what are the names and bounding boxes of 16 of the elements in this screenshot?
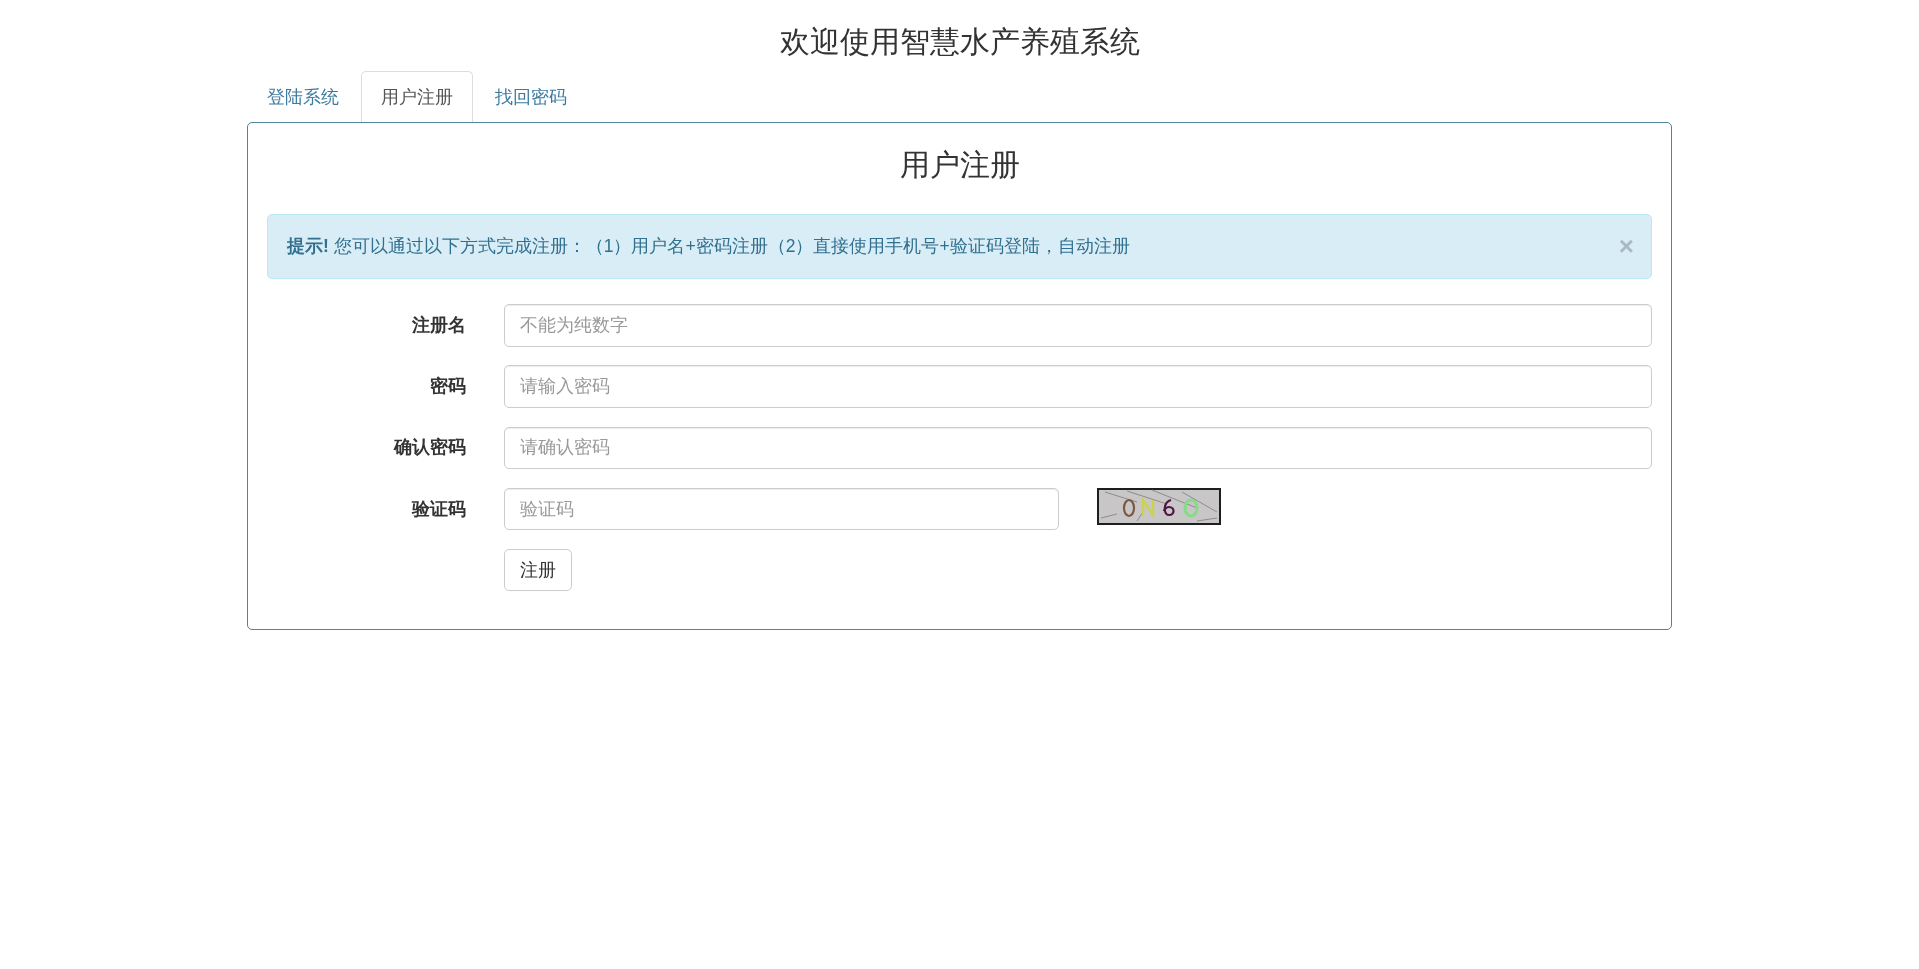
text-input[interactable]: 请输入密码 bbox=[504, 365, 1652, 408]
text-input[interactable]: 请确认密码 bbox=[504, 426, 1652, 469]
field-label: 验证码 bbox=[410, 497, 466, 521]
captcha-input[interactable]: 验证码 bbox=[504, 487, 1059, 531]
page-title: 欢迎使用智慧水产养殖系统 bbox=[778, 25, 1141, 58]
field-label: 密码 bbox=[429, 375, 466, 398]
field-label: 确认密码 bbox=[392, 436, 466, 460]
panel-heading: 用户注册 bbox=[898, 148, 1021, 181]
captcha-image[interactable] bbox=[1097, 487, 1221, 525]
register-button[interactable]: 注册 bbox=[504, 549, 572, 591]
nav-tab[interactable]: 登陆系统 bbox=[247, 71, 359, 122]
text-input[interactable]: 不能为纯数字 bbox=[504, 304, 1652, 347]
nav-tab[interactable]: 用户注册 bbox=[361, 71, 473, 122]
field-label: 注册名 bbox=[411, 313, 466, 337]
nav-tab[interactable]: 找回密码 bbox=[475, 71, 587, 122]
alert-text: 提示! 您可以通过以下方式完成注册：（1）用户名+密码注册（2）直接使用手机号+验证码登陆，自动注册 bbox=[287, 235, 1130, 258]
